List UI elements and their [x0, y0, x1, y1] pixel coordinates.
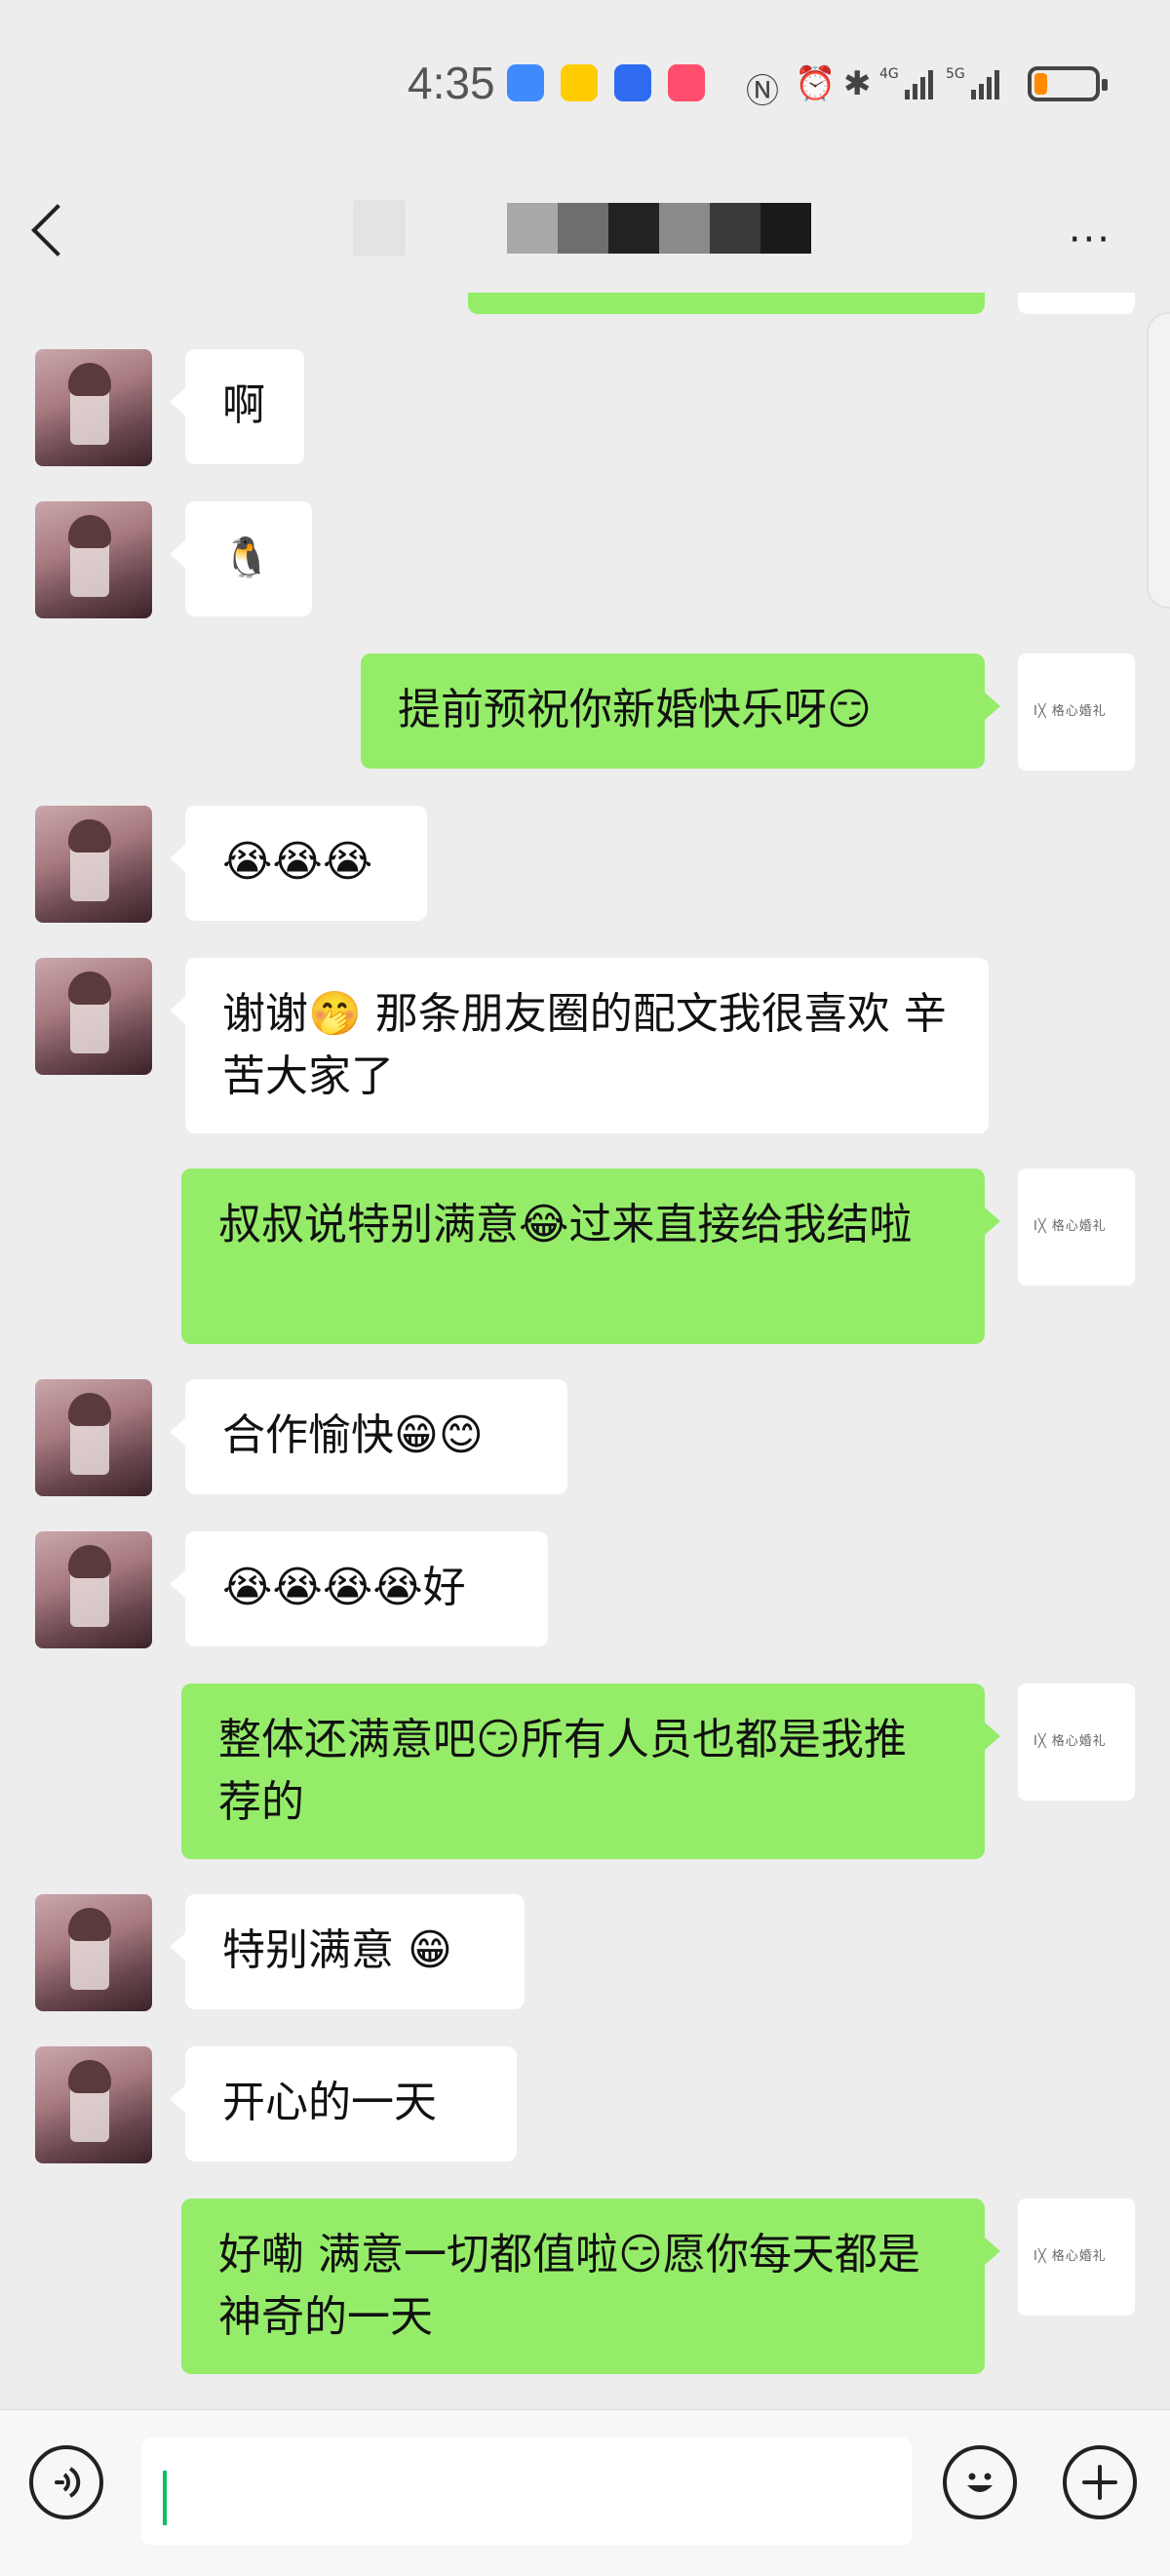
battery-level	[1034, 73, 1047, 95]
contact-avatar[interactable]	[35, 806, 152, 923]
chat-title-pixelated	[507, 203, 811, 254]
message-bubble[interactable]: 特别满意 😁	[170, 1894, 525, 2009]
voice-icon[interactable]	[29, 2445, 103, 2519]
message-bubble[interactable]: 啊	[170, 349, 304, 464]
message-input[interactable]	[141, 2437, 912, 2545]
contact-avatar[interactable]	[35, 1379, 152, 1496]
my-avatar[interactable]: I╳ 格心婚礼	[1018, 2199, 1135, 2316]
message-bubble[interactable]: 合作愉快😁😊	[170, 1379, 567, 1494]
message-bubble[interactable]: 🐧	[170, 501, 312, 616]
emoji-icon[interactable]	[943, 2445, 1017, 2519]
previous-message-fragment	[468, 293, 985, 314]
signal-5g-icon: 5G	[946, 66, 999, 99]
side-panel-handle[interactable]	[1147, 312, 1170, 609]
input-bar	[0, 2409, 1170, 2576]
plus-icon[interactable]	[1063, 2445, 1137, 2519]
message-bubble[interactable]: 开心的一天	[170, 2046, 517, 2161]
alarm-icon: ⏰	[795, 64, 837, 103]
signal-4g-icon: 4G	[879, 66, 933, 99]
chat-header: ···	[0, 171, 1170, 293]
contact-avatar[interactable]	[35, 958, 152, 1075]
assistant-app-icon	[614, 64, 651, 101]
svg-text:5G: 5G	[946, 66, 965, 82]
notification-app-icon	[561, 64, 598, 101]
chevron-left-icon[interactable]	[31, 204, 84, 257]
status-time: 4:35	[408, 58, 495, 108]
message-bubble[interactable]: 😭😭😭😭好	[170, 1531, 548, 1646]
contact-avatar[interactable]	[35, 2046, 152, 2163]
photo-app-icon	[668, 64, 705, 101]
message-bubble[interactable]: 好嘞 满意一切都值啦😏愿你每天都是神奇的一天	[181, 2199, 1000, 2374]
contact-avatar[interactable]	[35, 501, 152, 618]
title-obscured-fragment	[353, 200, 406, 257]
my-avatar[interactable]: I╳ 格心婚礼	[1018, 1684, 1135, 1801]
bluetooth-icon: ✱	[843, 64, 872, 103]
nfc-icon: Ⓝ	[746, 72, 779, 111]
svg-text:4G: 4G	[879, 66, 899, 82]
message-list[interactable]: 啊 🐧 提前预祝你新婚快乐呀😏 I╳ 格心婚礼 😭😭😭 谢谢🤭 那条朋友圈的配文…	[0, 293, 1170, 2409]
text-cursor	[163, 2471, 167, 2525]
message-bubble[interactable]: 整体还满意吧😏所有人员也都是我推荐的	[181, 1684, 1000, 1859]
message-bubble[interactable]: 😭😭😭	[170, 806, 427, 921]
my-avatar[interactable]: I╳ 格心婚礼	[1018, 654, 1135, 771]
status-bar: 4:35 Ⓝ ⏰ ✱ 4G 5G	[0, 0, 1170, 171]
contact-avatar[interactable]	[35, 1894, 152, 2011]
message-bubble[interactable]: 叔叔说特别满意😂过来直接给我结啦	[181, 1169, 1000, 1344]
contact-avatar[interactable]	[35, 1531, 152, 1648]
my-avatar[interactable]: I╳ 格心婚礼	[1018, 1169, 1135, 1286]
battery-icon	[1028, 66, 1108, 101]
more-options-icon[interactable]: ···	[1069, 218, 1112, 262]
message-bubble[interactable]: 谢谢🤭 那条朋友圈的配文我很喜欢 辛苦大家了	[170, 958, 989, 1133]
clock-app-icon	[507, 64, 544, 101]
message-bubble[interactable]: 提前预祝你新婚快乐呀😏	[361, 654, 1000, 769]
contact-avatar[interactable]	[35, 349, 152, 466]
previous-avatar-fragment	[1018, 293, 1135, 314]
